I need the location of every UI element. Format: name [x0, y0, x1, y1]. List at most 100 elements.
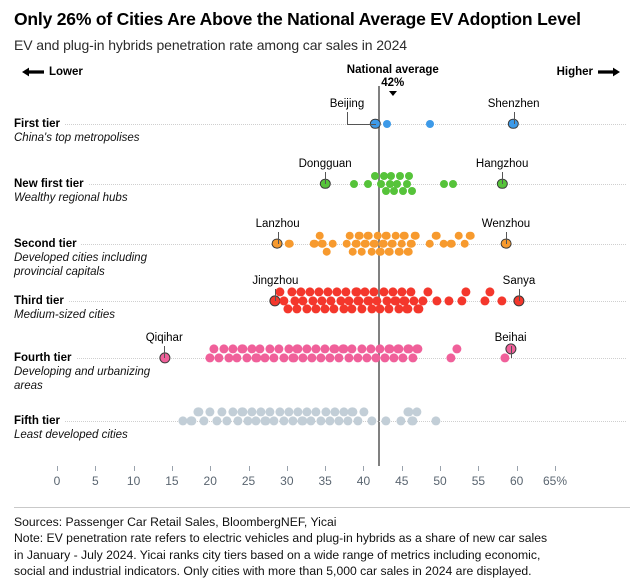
city-dot[interactable] — [347, 304, 357, 314]
city-dot[interactable] — [298, 353, 308, 363]
city-dot[interactable] — [407, 416, 418, 426]
city-dot[interactable] — [466, 231, 475, 240]
city-dot[interactable] — [205, 407, 215, 417]
city-dot[interactable] — [382, 231, 391, 240]
city-dot[interactable] — [292, 304, 302, 314]
city-dot[interactable] — [456, 296, 467, 306]
city-dot[interactable] — [383, 119, 392, 128]
city-dot[interactable] — [260, 353, 270, 363]
city-dot[interactable] — [384, 304, 394, 314]
city-dot[interactable] — [269, 353, 279, 363]
city-dot[interactable] — [334, 353, 344, 363]
city-dot[interactable] — [439, 179, 448, 188]
city-dot[interactable] — [379, 239, 388, 248]
city-dot[interactable] — [357, 304, 367, 314]
city-dot[interactable] — [370, 172, 379, 181]
city-dot[interactable] — [325, 353, 335, 363]
city-dot[interactable] — [423, 287, 433, 297]
city-dot[interactable] — [397, 239, 407, 248]
city-dot[interactable] — [360, 239, 370, 248]
city-dot[interactable] — [387, 239, 397, 248]
city-dot[interactable] — [349, 179, 358, 188]
city-dot[interactable] — [398, 353, 408, 363]
city-dot[interactable] — [448, 179, 457, 188]
city-dot[interactable] — [367, 416, 377, 426]
city-dot[interactable] — [444, 296, 454, 306]
city-dot[interactable] — [375, 304, 385, 314]
city-dot[interactable] — [343, 416, 353, 426]
city-dot[interactable] — [410, 231, 420, 240]
city-dot[interactable] — [381, 416, 391, 426]
city-dot[interactable] — [301, 304, 312, 314]
city-dot[interactable] — [399, 187, 408, 196]
city-dot[interactable] — [199, 416, 209, 426]
city-dot[interactable] — [288, 416, 298, 426]
city-dot[interactable] — [251, 416, 261, 426]
city-dot[interactable] — [186, 416, 196, 426]
city-dot[interactable] — [376, 247, 385, 256]
city-dot[interactable] — [391, 231, 400, 240]
city-dot[interactable] — [222, 416, 232, 426]
city-dot[interactable] — [394, 247, 404, 256]
city-dot[interactable] — [425, 239, 434, 248]
city-dot[interactable] — [211, 416, 222, 426]
city-dot[interactable] — [461, 287, 471, 297]
city-dot[interactable] — [306, 416, 316, 426]
city-dot[interactable] — [402, 179, 411, 188]
city-dot[interactable] — [325, 416, 335, 426]
city-dot[interactable] — [380, 353, 390, 363]
city-dot[interactable] — [452, 344, 462, 354]
city-dot[interactable] — [393, 304, 404, 314]
city-dot[interactable] — [497, 296, 507, 306]
city-dot[interactable] — [396, 172, 405, 181]
city-dot[interactable] — [364, 179, 372, 188]
city-dot[interactable] — [278, 353, 289, 363]
city-dot[interactable] — [269, 416, 279, 426]
city-dot[interactable] — [369, 239, 379, 248]
city-dot[interactable] — [432, 231, 441, 240]
city-dot[interactable] — [426, 119, 435, 128]
city-dot[interactable] — [363, 231, 373, 240]
city-dot[interactable] — [454, 231, 464, 240]
city-dot[interactable] — [233, 416, 243, 426]
city-dot[interactable] — [446, 239, 456, 248]
city-dot[interactable] — [384, 247, 394, 256]
city-dot[interactable] — [284, 239, 294, 248]
city-dot[interactable] — [251, 353, 261, 363]
city-dot[interactable] — [353, 353, 363, 363]
city-dot[interactable] — [344, 353, 354, 363]
city-dot[interactable] — [342, 239, 351, 248]
city-dot[interactable] — [283, 304, 293, 314]
city-dot[interactable] — [357, 247, 366, 256]
city-dot[interactable] — [367, 247, 376, 256]
city-dot[interactable] — [359, 407, 369, 417]
city-dot[interactable] — [373, 231, 383, 240]
city-dot[interactable] — [446, 353, 456, 363]
city-dot[interactable] — [353, 416, 363, 426]
city-dot[interactable] — [393, 179, 402, 188]
city-dot[interactable] — [354, 231, 364, 240]
city-dot[interactable] — [413, 304, 423, 314]
city-dot[interactable] — [214, 353, 224, 363]
city-dot[interactable] — [480, 296, 490, 306]
city-dot[interactable] — [500, 353, 510, 363]
city-dot[interactable] — [348, 247, 357, 256]
city-dot[interactable] — [322, 247, 332, 256]
city-dot[interactable] — [408, 353, 418, 363]
city-dot[interactable] — [316, 416, 326, 426]
city-dot[interactable] — [406, 239, 416, 248]
city-dot[interactable] — [418, 296, 428, 306]
city-dot[interactable] — [405, 172, 414, 181]
city-dot[interactable] — [334, 416, 344, 426]
city-dot[interactable] — [432, 296, 442, 306]
city-dot[interactable] — [328, 239, 338, 248]
city-dot[interactable] — [288, 353, 298, 363]
city-dot[interactable] — [329, 304, 339, 314]
city-dot[interactable] — [408, 187, 417, 196]
city-dot[interactable] — [412, 407, 422, 417]
city-dot[interactable] — [347, 344, 357, 354]
city-dot[interactable] — [412, 344, 422, 354]
city-dot[interactable] — [389, 187, 398, 196]
city-dot[interactable] — [345, 231, 355, 240]
city-dot[interactable] — [362, 353, 372, 363]
